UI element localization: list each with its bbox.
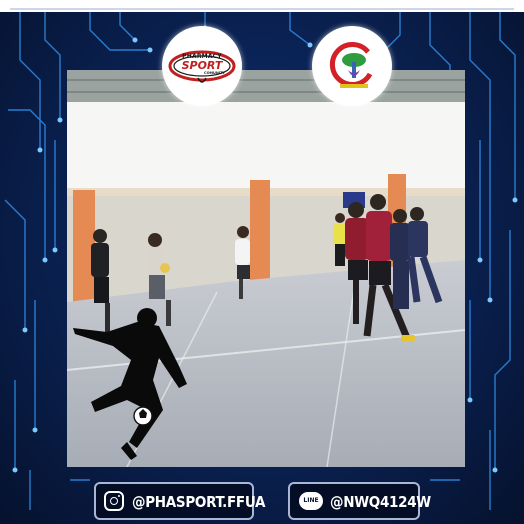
player-navy-1 bbox=[390, 209, 410, 309]
faculty-emblem bbox=[329, 42, 373, 88]
line-icon-label: LINE bbox=[303, 497, 319, 504]
instagram-handle: @PHASPORT.FFUA bbox=[132, 493, 266, 511]
line-badge[interactable]: LINE @NWQ4124W bbox=[288, 482, 431, 520]
instagram-badge[interactable]: @PHASPORT.FFUA bbox=[94, 482, 265, 520]
soccer-ball bbox=[133, 406, 153, 426]
futsal-scene bbox=[67, 70, 465, 467]
line-icon: LINE bbox=[299, 492, 323, 510]
futsal-photo bbox=[67, 70, 465, 467]
poster: PHARMACY SPORT COMUNITY @PHASPORT.FFUA L… bbox=[0, 0, 524, 524]
logo-text-community: COMUNITY bbox=[204, 71, 226, 75]
pharmacy-sport-logo: PHARMACY SPORT COMUNITY bbox=[162, 26, 242, 106]
instagram-icon bbox=[104, 491, 124, 511]
faculty-logo bbox=[312, 26, 392, 106]
line-handle: @NWQ4124W bbox=[330, 493, 431, 511]
